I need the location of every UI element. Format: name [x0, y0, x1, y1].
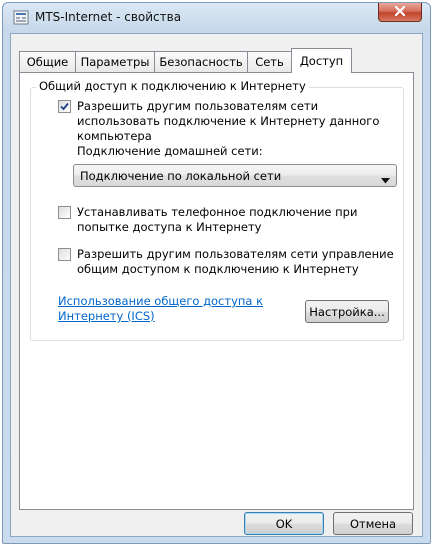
dial-on-demand-line1: Устанавливать телефонное подключение при: [77, 205, 358, 219]
allow-sharing-line1: Разрешить другим пользователям сети: [77, 99, 319, 113]
allow-sharing-line2: использовать подключение к Интернету дан…: [77, 114, 380, 128]
allow-sharing-line3: компьютера: [77, 129, 152, 143]
allow-control-line1: Разрешить другим пользователям сети упра…: [77, 247, 394, 261]
sharing-tab-page: Общий доступ к подключению к Интернету Р…: [19, 72, 414, 510]
settings-button[interactable]: Настройка...: [305, 300, 389, 323]
dialog-client-area: Общие Параметры Безопасность Сеть Доступ…: [10, 33, 423, 537]
checkmark-icon: [60, 102, 69, 111]
network-connection-icon: [13, 10, 29, 25]
ics-link-line2: Интернету (ICS): [58, 309, 155, 323]
tab-sharing[interactable]: Доступ: [291, 48, 352, 73]
ics-help-link[interactable]: Использование общего доступа к Интернету…: [58, 294, 278, 324]
close-icon: [394, 5, 406, 19]
dial-on-demand-checkbox[interactable]: [58, 206, 71, 219]
tab-label: Безопасность: [159, 55, 243, 69]
tab-general[interactable]: Общие: [19, 51, 76, 72]
allow-control-checkbox[interactable]: [58, 248, 71, 261]
tab-label: Доступ: [299, 54, 344, 68]
home-network-label: Подключение домашней сети:: [77, 144, 263, 158]
settings-button-label: Настройка...: [309, 304, 385, 319]
dial-on-demand-line2: попытке доступа к Интернету: [77, 220, 262, 234]
ok-button-label: OK: [275, 516, 293, 531]
tab-label: Параметры: [80, 55, 150, 69]
close-button[interactable]: [378, 3, 422, 22]
tab-options[interactable]: Параметры: [75, 51, 155, 72]
dial-on-demand-label[interactable]: Устанавливать телефонное подключение при…: [77, 205, 357, 235]
allow-sharing-checkbox[interactable]: [58, 100, 71, 113]
ics-group-box: Разрешить другим пользователям сети испо…: [30, 87, 404, 341]
ics-link-line1: Использование общего доступа к: [58, 294, 264, 308]
allow-control-line2: общим доступом к подключению к Интернету: [77, 262, 359, 276]
allow-control-label[interactable]: Разрешить другим пользователям сети упра…: [77, 247, 394, 277]
properties-window: MTS-Internet - свойства Общие Параметры …: [2, 2, 431, 544]
chevron-down-icon: [381, 173, 390, 187]
window-title: MTS-Internet - свойства: [35, 10, 182, 24]
home-network-dropdown[interactable]: Подключение по локальной сети: [73, 164, 397, 187]
tab-security[interactable]: Безопасность: [154, 51, 248, 72]
ok-button[interactable]: OK: [244, 512, 324, 535]
cancel-button-label: Отмена: [349, 516, 397, 531]
home-network-value: Подключение по локальной сети: [80, 169, 282, 183]
allow-sharing-label[interactable]: Разрешить другим пользователям сети испо…: [77, 99, 379, 144]
tab-label: Сеть: [255, 55, 284, 69]
tab-networking[interactable]: Сеть: [247, 51, 292, 72]
group-title: Общий доступ к подключению к Интернету: [36, 79, 309, 93]
title-bar[interactable]: MTS-Internet - свойства: [3, 3, 430, 33]
cancel-button[interactable]: Отмена: [333, 512, 413, 535]
tab-label: Общие: [26, 55, 69, 69]
